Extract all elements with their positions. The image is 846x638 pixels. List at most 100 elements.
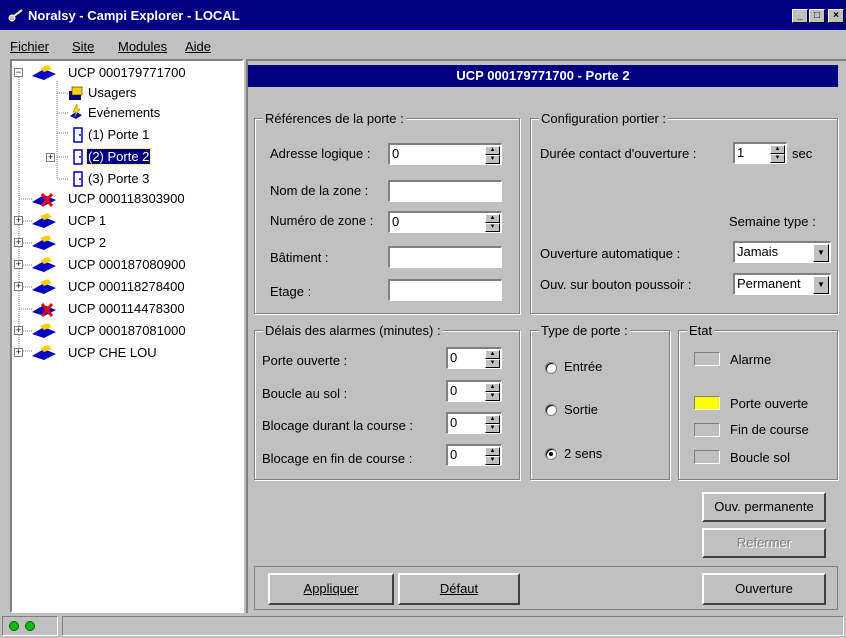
refermer-button[interactable]: Refermer xyxy=(702,528,826,558)
tree-expander[interactable]: + xyxy=(46,153,55,162)
spin-down-icon[interactable]: ▼ xyxy=(485,359,500,368)
menu-modules[interactable]: Modules xyxy=(118,39,167,54)
close-button[interactable]: × xyxy=(828,9,844,23)
tree-node-ucp-000118278400[interactable]: + UCP 000118278400 xyxy=(12,277,242,297)
door-icon xyxy=(73,127,83,143)
fin-de-course-indicator xyxy=(694,423,720,437)
menu-site[interactable]: Site xyxy=(72,39,94,54)
etat-group-title: Etat xyxy=(687,323,715,338)
menu-fichier[interactable]: Fichier xyxy=(10,39,49,54)
tree-node-label: (3) Porte 3 xyxy=(88,171,150,186)
delai-boucle-sol-input[interactable]: 0 ▲ ▼ xyxy=(446,380,502,402)
spin-up-icon[interactable]: ▲ xyxy=(485,415,500,424)
controller-icon xyxy=(32,213,56,228)
window-title: Noralsy - Campi Explorer - LOCAL xyxy=(28,8,240,23)
delai-value: 0 xyxy=(450,350,458,365)
tree-node-label-selected: (2) Porte 2 xyxy=(85,148,152,165)
tree-node-evenements[interactable]: Evénements xyxy=(12,103,242,123)
radio-2-sens[interactable] xyxy=(545,448,557,460)
spin-up-icon[interactable]: ▲ xyxy=(485,350,500,359)
maximize-button[interactable]: □ xyxy=(809,9,825,23)
duree-contact-spinner[interactable]: ▲ ▼ xyxy=(770,145,785,163)
tree-expander[interactable]: + xyxy=(14,216,23,225)
spin-down-icon[interactable]: ▼ xyxy=(485,424,500,433)
spin-up-icon[interactable]: ▲ xyxy=(485,383,500,392)
numero-zone-value: 0 xyxy=(392,214,400,229)
etage-input[interactable] xyxy=(388,279,502,301)
delai-blocage-course-input[interactable]: 0 ▲ ▼ xyxy=(446,412,502,434)
spin-up-icon[interactable]: ▲ xyxy=(485,214,500,223)
delai-spinner[interactable]: ▲ ▼ xyxy=(485,415,500,433)
tree-expander[interactable]: + xyxy=(14,238,23,247)
appliquer-button[interactable]: Appliquer xyxy=(268,573,394,605)
ouverture-auto-value: Jamais xyxy=(737,244,779,259)
spin-down-icon[interactable]: ▼ xyxy=(485,223,500,232)
tree-node-porte-2[interactable]: + (2) Porte 2 xyxy=(12,147,242,167)
tree-node-ucp-2[interactable]: + UCP 2 xyxy=(12,233,242,253)
tree-node-porte-3[interactable]: (3) Porte 3 xyxy=(12,169,242,189)
tree-node-ucp-000179771700[interactable]: − UCP 000179771700 xyxy=(12,63,242,83)
tree-node-label: UCP 1 xyxy=(68,213,107,228)
tree-expander[interactable]: + xyxy=(14,260,23,269)
tree-node-ucp-000187080900[interactable]: + UCP 000187080900 xyxy=(12,255,242,275)
tree-node-ucp-000118303900[interactable]: UCP 000118303900 xyxy=(12,189,242,209)
radio-sortie[interactable] xyxy=(545,404,557,416)
tree-expander[interactable]: + xyxy=(14,326,23,335)
delai-porte-ouverte-input[interactable]: 0 ▲ ▼ xyxy=(446,347,502,369)
spin-down-icon[interactable]: ▼ xyxy=(770,154,785,163)
ouverture-button[interactable]: Ouverture xyxy=(702,573,826,605)
numero-zone-label: Numéro de zone : xyxy=(270,213,374,228)
radio-sortie-label[interactable]: Sortie xyxy=(564,402,598,417)
bouton-poussoir-select[interactable]: Permanent ▼ xyxy=(733,273,831,295)
radio-entree[interactable] xyxy=(545,362,557,374)
dropdown-arrow-icon[interactable]: ▼ xyxy=(813,276,829,294)
radio-entree-label[interactable]: Entrée xyxy=(564,359,602,374)
tree-node-usagers[interactable]: Usagers xyxy=(12,83,242,103)
adresse-logique-spinner[interactable]: ▲ ▼ xyxy=(485,146,500,164)
duree-contact-input[interactable]: 1 ▲ ▼ xyxy=(733,142,787,164)
dropdown-arrow-icon[interactable]: ▼ xyxy=(813,244,829,262)
tree-expander[interactable]: + xyxy=(14,348,23,357)
batiment-input[interactable] xyxy=(388,246,502,268)
tree-node-porte-1[interactable]: (1) Porte 1 xyxy=(12,125,242,145)
delai-value: 0 xyxy=(450,383,458,398)
adresse-logique-input[interactable]: 0 ▲ ▼ xyxy=(388,143,502,165)
tree-node-ucp-000187081000[interactable]: + UCP 000187081000 xyxy=(12,321,242,341)
numero-zone-input[interactable]: 0 ▲ ▼ xyxy=(388,211,502,233)
nom-zone-input[interactable] xyxy=(388,180,502,202)
minimize-button[interactable]: _ xyxy=(792,9,808,23)
tree-expander[interactable]: − xyxy=(14,68,23,77)
boucle-sol-label: Boucle sol xyxy=(730,450,790,465)
delai-spinner[interactable]: ▲ ▼ xyxy=(485,350,500,368)
alarme-label: Alarme xyxy=(730,352,772,367)
ouv-permanente-button[interactable]: Ouv. permanente xyxy=(702,492,826,522)
delai-spinner[interactable]: ▲ ▼ xyxy=(485,447,500,465)
radio-2-sens-label[interactable]: 2 sens xyxy=(564,446,602,461)
delai-blocage-fin-input[interactable]: 0 ▲ ▼ xyxy=(446,444,502,466)
delai-spinner[interactable]: ▲ ▼ xyxy=(485,383,500,401)
numero-zone-spinner[interactable]: ▲ ▼ xyxy=(485,214,500,232)
site-tree[interactable]: − UCP 000179771700 Usagers Evénements (1… xyxy=(10,59,244,613)
status-led-pane xyxy=(2,616,58,636)
spin-up-icon[interactable]: ▲ xyxy=(485,447,500,456)
tree-node-ucp-000114478300[interactable]: UCP 000114478300 xyxy=(12,299,242,319)
tree-node-ucp-che-lou[interactable]: + UCP CHE LOU xyxy=(12,343,242,363)
spin-down-icon[interactable]: ▼ xyxy=(485,392,500,401)
spin-up-icon[interactable]: ▲ xyxy=(770,145,785,154)
tree-expander[interactable]: + xyxy=(14,282,23,291)
delai-blocage-course-label: Blocage durant la course : xyxy=(262,418,414,433)
status-led-icon xyxy=(9,621,19,631)
controller-icon xyxy=(32,323,56,338)
delais-alarmes-group-title: Délais des alarmes (minutes) : xyxy=(263,323,443,338)
spin-up-icon[interactable]: ▲ xyxy=(485,146,500,155)
defaut-button[interactable]: Défaut xyxy=(398,573,520,605)
status-bar xyxy=(0,614,846,638)
spin-down-icon[interactable]: ▼ xyxy=(485,155,500,164)
tree-node-ucp-1[interactable]: + UCP 1 xyxy=(12,211,242,231)
users-icon xyxy=(69,86,83,100)
menu-aide[interactable]: Aide xyxy=(185,39,211,54)
tree-node-label: UCP 2 xyxy=(68,235,107,250)
spin-down-icon[interactable]: ▼ xyxy=(485,456,500,465)
ouverture-auto-select[interactable]: Jamais ▼ xyxy=(733,241,831,263)
duree-contact-label: Durée contact d'ouverture : xyxy=(540,146,697,161)
